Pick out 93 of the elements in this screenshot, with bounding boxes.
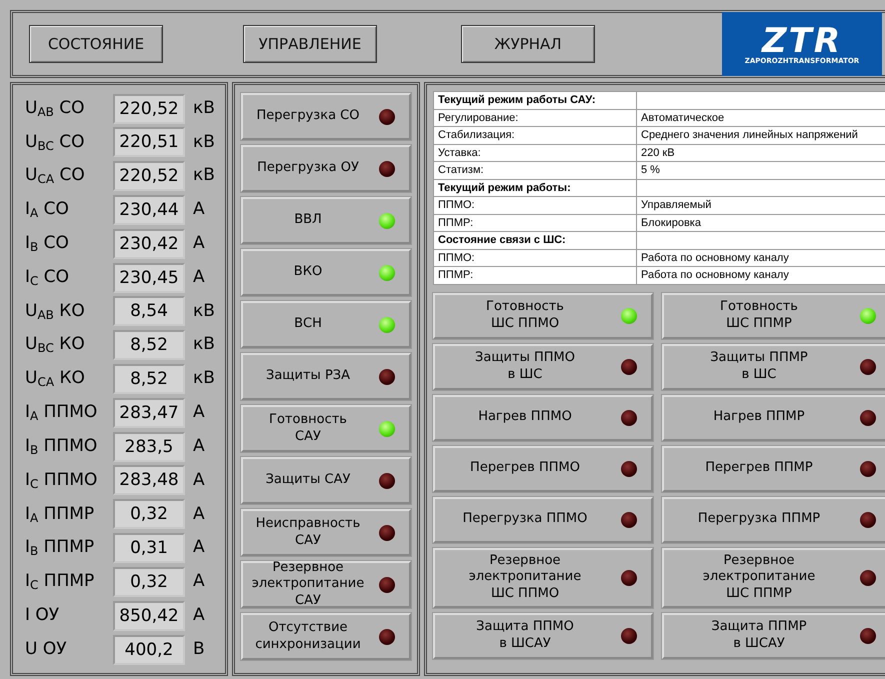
value-field: 0,32 xyxy=(113,566,185,597)
measurement-label: U ОУ xyxy=(24,638,68,661)
measurement-label: I$_{A}$ ППМО xyxy=(24,401,98,426)
unit-label: А xyxy=(193,232,205,255)
table-cell: ППМО: xyxy=(434,196,636,214)
unit-label: А xyxy=(193,266,205,289)
measurement-label: I$_{B}$ ППМР xyxy=(24,536,96,560)
indicator-label: Защита ППМР в ШСАУ xyxy=(710,619,808,652)
section-heading: Текущий режим работы: xyxy=(434,179,636,196)
indicator-label: Защиты ППМР в ШС xyxy=(709,350,809,383)
logo-mark: ZTR xyxy=(762,24,842,58)
indicator-label: Неисправность САУ xyxy=(254,516,362,549)
value-field: 0,32 xyxy=(113,499,185,530)
value-field: 850,42 xyxy=(113,600,185,631)
value-field: 8,54 xyxy=(113,296,185,326)
unit-label: А xyxy=(193,604,205,627)
unit-label: А xyxy=(193,570,205,594)
unit-label: А xyxy=(193,401,205,424)
unit-label: А xyxy=(193,434,205,458)
unit-label: кВ xyxy=(193,164,215,188)
measurement-label: I$_{C}$ СО xyxy=(24,266,70,290)
indicator-label: ВСН xyxy=(293,316,323,333)
unit-label: А xyxy=(193,468,205,492)
unit-label: А xyxy=(193,536,205,560)
indicator-label: ВВЛ xyxy=(293,212,323,229)
measurement-label: U$_{AB}$ КО xyxy=(24,300,86,324)
table-cell: ППМО: xyxy=(434,249,636,266)
measurement-label: U$_{CA}$ КО xyxy=(24,367,86,392)
measurement-label: I$_{C}$ ППМО xyxy=(24,468,98,493)
table-cell: Уставка: xyxy=(434,144,636,162)
measurement-label: I$_{C}$ ППМР xyxy=(24,570,96,594)
measurement-label: U$_{CA}$ СО xyxy=(24,164,86,188)
indicator-label: Готовность САУ xyxy=(268,412,348,445)
indicator-label: Перегрев ППМО xyxy=(469,460,581,477)
measurement-label: I$_{A}$ ППМР xyxy=(24,502,96,526)
measurement-label: U$_{BC}$ КО xyxy=(24,333,86,358)
table-cell: Стабилизация: xyxy=(434,126,636,144)
measurement-label: U$_{BC}$ СО xyxy=(24,130,86,155)
indicator-label: Защиты САУ xyxy=(264,472,352,489)
indicator-label: Перегрузка ППМР xyxy=(696,511,822,528)
unit-label: В xyxy=(193,638,205,661)
value-field: 0,31 xyxy=(113,533,185,564)
indicator-label: Готовность ШС ППМО xyxy=(485,299,565,332)
unit-label: кВ xyxy=(193,367,215,390)
table-cell: Управляемый xyxy=(636,196,885,214)
indicator-label: Нагрев ППМР xyxy=(712,409,806,426)
value-field: 400,2 xyxy=(113,634,185,664)
unit-label: А xyxy=(193,502,205,526)
value-field: 8,52 xyxy=(113,364,185,394)
value-field: 220,52 xyxy=(113,161,185,192)
unit-label: кВ xyxy=(193,96,215,120)
indicator-label: Нагрев ППМО xyxy=(477,409,573,426)
indicator-label: Резервное электропитание ШС ППМО xyxy=(468,553,582,602)
value-field: 283,48 xyxy=(113,465,185,496)
indicator-label: Защиты ППМО в ШС xyxy=(474,350,576,383)
indicator-label: Защита ППМО в ШСАУ xyxy=(475,619,575,652)
measurement-label: I$_{B}$ СО xyxy=(24,232,70,256)
measurement-label: I$_{B}$ ППМО xyxy=(24,434,98,459)
value-field: 283,5 xyxy=(113,432,185,462)
indicator-label: Перегрузка СО xyxy=(256,108,360,125)
indicator-label: Перегрузка ППМО xyxy=(462,511,588,528)
value-field: 220,52 xyxy=(113,94,185,124)
section-heading: Состояние связи с ШС: xyxy=(434,232,636,249)
value-field: 230,45 xyxy=(113,262,185,293)
table-cell: ППМР: xyxy=(434,266,636,284)
value-field: 8,52 xyxy=(113,330,185,360)
indicator-label: Защиты РЗА xyxy=(264,368,352,385)
table-cell: ППМР: xyxy=(434,214,636,232)
table-cell: Среднего значения линейных напряжений xyxy=(636,126,885,144)
indicator-label: Перегрузка ОУ xyxy=(256,160,360,177)
indicator-label: Отсутствие синхронизации xyxy=(254,620,362,653)
measurement-label: U$_{AB}$ СО xyxy=(24,96,86,121)
value-field: 230,44 xyxy=(113,194,185,225)
measurement-label: I ОУ xyxy=(24,604,60,627)
value-field: 283,47 xyxy=(113,398,185,428)
measurement-label: I$_{A}$ СО xyxy=(24,198,70,222)
unit-label: А xyxy=(193,198,205,222)
unit-label: кВ xyxy=(193,300,215,323)
nav-button[interactable]: ЖУРНАЛ xyxy=(461,25,595,63)
indicator-label: Резервное электропитание САУ xyxy=(250,560,366,609)
value-field: 220,51 xyxy=(113,127,185,158)
indicator-label: Готовность ШС ППМР xyxy=(719,299,799,332)
nav-button[interactable]: УПРАВЛЕНИЕ xyxy=(243,25,377,63)
unit-label: кВ xyxy=(193,333,215,356)
table-cell: Регулирование: xyxy=(434,109,636,126)
section-heading: Текущий режим работы САУ: xyxy=(434,92,636,109)
value-field: 230,42 xyxy=(113,228,185,259)
indicator-label: ВКО xyxy=(292,264,324,281)
unit-label: кВ xyxy=(193,130,215,154)
nav-button[interactable]: СОСТОЯНИЕ xyxy=(29,25,163,63)
table-cell: Статизм: xyxy=(434,162,636,179)
indicator-label: Перегрев ППМР xyxy=(704,460,814,477)
indicator-label: Резервное электропитание ШС ППМР xyxy=(702,553,816,602)
